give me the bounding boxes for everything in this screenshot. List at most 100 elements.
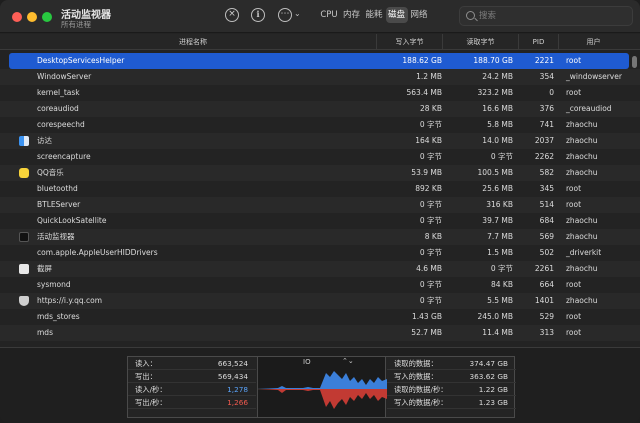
table-row[interactable]: mds_stores 1.43 GB 245.0 MB 529 root (0, 309, 640, 325)
bytes-written: 0 字节 (419, 216, 442, 225)
bytes-read: 188.70 GB (473, 56, 513, 65)
io-count-label: 写出/秒： (135, 398, 167, 407)
tab-energy[interactable]: 能耗 (363, 7, 385, 23)
bytes-read: 1.5 MB (487, 248, 513, 257)
column-header-written[interactable]: 写入字节 (376, 34, 442, 50)
process-name: https://i.y.qq.com (37, 296, 103, 305)
bytes-written: 0 字节 (419, 120, 442, 129)
process-id: 2221 (534, 56, 554, 65)
bytes-read: 14.0 MB (482, 136, 513, 145)
scroll-thumb[interactable] (632, 56, 637, 68)
more-actions-icon[interactable]: ⋯ (278, 8, 292, 22)
process-user: zhaochu (566, 216, 598, 225)
bytes-read: 11.4 MB (482, 328, 513, 337)
table-row[interactable]: corespeechd 0 字节 5.8 MB 741 zhaochu (0, 117, 640, 133)
io-counts: 读入： 663,524 写出： 569,434 读入/秒： 1,278 写出/秒： 1,266 (128, 357, 256, 409)
table-row[interactable]: sysmond 0 字节 84 KB 664 root (0, 277, 640, 293)
close-window-button[interactable] (12, 12, 22, 22)
table-row[interactable]: mds 52.7 MB 11.4 MB 313 root (0, 325, 640, 341)
bytes-written: 28 KB (420, 104, 442, 113)
data-volume-row: 写入的数据/秒： 1.23 GB (387, 396, 516, 409)
process-name: mds (37, 328, 53, 337)
read-area (258, 371, 387, 389)
process-id: 2261 (534, 264, 554, 273)
zoom-window-button[interactable] (42, 12, 52, 22)
process-filter-label[interactable]: 所有进程 (61, 19, 91, 30)
process-id: 354 (539, 72, 554, 81)
table-row[interactable]: https://i.y.qq.com 0 字节 5.5 MB 1401 zhaochu (0, 293, 640, 309)
process-id: 569 (539, 232, 554, 241)
process-user: zhaochu (566, 152, 598, 161)
data-volume-value: 363.62 GB (469, 372, 508, 381)
process-user: zhaochu (566, 136, 598, 145)
process-user: zhaochu (566, 264, 598, 273)
bytes-read: 100.5 MB (477, 168, 513, 177)
search-field[interactable] (459, 6, 633, 26)
column-header-name[interactable]: 进程名称 (179, 34, 207, 50)
data-volume-label: 读取的数据： (394, 359, 438, 368)
bytes-written: 164 KB (415, 136, 442, 145)
column-header-user[interactable]: 用户 (558, 34, 628, 50)
minimize-window-button[interactable] (27, 12, 37, 22)
table-row[interactable]: 活动监视器 8 KB 7.7 MB 569 zhaochu (0, 229, 640, 245)
bytes-written: 1.2 MB (416, 72, 442, 81)
process-id: 2037 (534, 136, 554, 145)
process-name: bluetoothd (37, 184, 78, 193)
tab-cpu[interactable]: CPU (318, 7, 340, 23)
finder-icon (19, 136, 29, 146)
table-row[interactable]: coreaudiod 28 KB 16.6 MB 376 _coreaudiod (0, 101, 640, 117)
process-user: root (566, 56, 582, 65)
qq-music-icon (19, 168, 29, 178)
tab-network[interactable]: 网络 (408, 7, 430, 23)
data-volume-label: 写入的数据/秒： (394, 398, 448, 407)
data-volume-row: 读取的数据： 374.47 GB (387, 357, 516, 370)
bytes-written: 563.4 MB (406, 88, 442, 97)
bytes-read: 7.7 MB (487, 232, 513, 241)
process-name: QuickLookSatellite (37, 216, 107, 225)
process-id: 376 (539, 104, 554, 113)
bytes-read: 16.6 MB (482, 104, 513, 113)
search-input[interactable] (479, 9, 629, 23)
search-icon (466, 11, 475, 20)
table-row[interactable]: QQ音乐 53.9 MB 100.5 MB 582 zhaochu (0, 165, 640, 181)
process-user: _coreaudiod (566, 104, 612, 113)
io-count-label: 读入/秒： (135, 385, 167, 394)
bytes-written: 8 KB (424, 232, 442, 241)
process-name: BTLEServer (37, 200, 81, 209)
tab-disk[interactable]: 磁盘 (385, 7, 408, 23)
process-user: _driverkit (566, 248, 602, 257)
table-row[interactable]: 访达 164 KB 14.0 MB 2037 zhaochu (0, 133, 640, 149)
process-id: 529 (539, 312, 554, 321)
data-volume-label: 写入的数据： (394, 372, 438, 381)
process-user: zhaochu (566, 232, 598, 241)
table-row[interactable]: BTLEServer 0 字节 316 KB 514 root (0, 197, 640, 213)
io-graph-plot (258, 371, 387, 409)
table-row[interactable]: DesktopServicesHelper 188.62 GB 188.70 GB 2… (9, 53, 629, 69)
column-header-pid[interactable]: PID (518, 34, 558, 50)
table-row[interactable]: bluetoothd 892 KB 25.6 MB 345 root (0, 181, 640, 197)
io-count-label: 读入： (135, 359, 157, 368)
table-scrollbar[interactable] (631, 50, 638, 350)
info-icon[interactable]: i (251, 8, 265, 22)
tab-memory[interactable]: 内存 (341, 7, 363, 23)
table-row[interactable]: kernel_task 563.4 MB 323.2 MB 0 root (0, 85, 640, 101)
process-id: 582 (539, 168, 554, 177)
process-user: zhaochu (566, 168, 598, 177)
stop-process-icon[interactable]: × (225, 8, 239, 22)
process-name: 活动监视器 (37, 232, 75, 241)
bytes-read: 245.0 MB (477, 312, 513, 321)
process-id: 313 (539, 328, 554, 337)
bytes-written: 0 字节 (419, 296, 442, 305)
table-row[interactable]: com.apple.AppleUserHIDDrivers 0 字节 1.5 MB 5… (0, 245, 640, 261)
data-volume-row: 读取的数据/秒： 1.22 GB (387, 383, 516, 396)
data-volume-value: 1.22 GB (478, 385, 508, 394)
table-row[interactable]: 截屏 4.6 MB 0 字节 2261 zhaochu (0, 261, 640, 277)
data-volume-row: 写入的数据： 363.62 GB (387, 370, 516, 383)
io-count-value: 663,524 (217, 359, 248, 368)
column-header-read[interactable]: 读取字节 (442, 34, 518, 50)
table-row[interactable]: screencapture 0 字节 0 字节 2262 zhaochu (0, 149, 640, 165)
process-id: 2262 (534, 152, 554, 161)
chevron-down-icon[interactable]: ⌄ (294, 9, 301, 18)
table-row[interactable]: WindowServer 1.2 MB 24.2 MB 354 _windowserve… (0, 69, 640, 85)
table-row[interactable]: QuickLookSatellite 0 字节 39.7 MB 684 zhaochu (0, 213, 640, 229)
